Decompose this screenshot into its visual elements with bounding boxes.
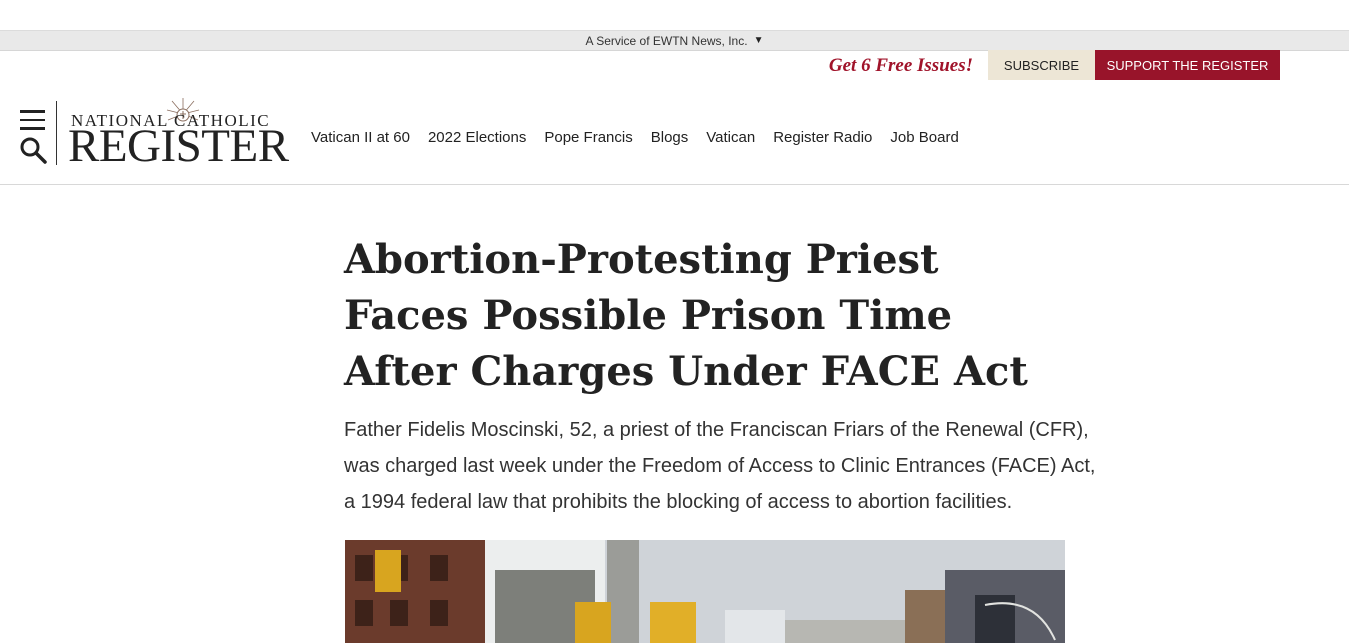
- nav-item-job-board[interactable]: Job Board: [890, 129, 958, 146]
- support-the-register-button[interactable]: SUPPORT THE REGISTER: [1095, 50, 1280, 80]
- promo-row: Get 6 Free Issues! SUBSCRIBE SUPPORT THE…: [0, 50, 1349, 80]
- main-nav: Vatican II at 60 2022 Elections Pope Fra…: [311, 129, 977, 146]
- caret-down-icon[interactable]: ▼: [754, 35, 764, 46]
- subscribe-button[interactable]: SUBSCRIBE: [988, 50, 1095, 80]
- nav-item-blogs[interactable]: Blogs: [651, 129, 689, 146]
- nav-item-2022-elections[interactable]: 2022 Elections: [428, 129, 526, 146]
- nav-item-vatican[interactable]: Vatican: [706, 129, 755, 146]
- site-logo[interactable]: NATIONAL CATHOLIC REGISTER: [56, 98, 301, 171]
- article-headline: Abortion-Protesting Priest Faces Possibl…: [344, 236, 1028, 395]
- article-photo: [345, 540, 1065, 643]
- free-issues-link[interactable]: Get 6 Free Issues!: [829, 55, 973, 77]
- masthead: NATIONAL CATHOLIC REGISTER Vatican II at…: [0, 92, 1349, 184]
- street-scene-image: [345, 540, 1065, 643]
- nav-item-vatican-ii-at-60[interactable]: Vatican II at 60: [311, 129, 410, 146]
- service-bar[interactable]: A Service of EWTN News, Inc. ▼: [0, 30, 1349, 51]
- service-bar-label: A Service of EWTN News, Inc.: [585, 33, 748, 48]
- search-icon[interactable]: [19, 136, 47, 164]
- top-spacer: [0, 0, 1349, 30]
- article-dek: Father Fidelis Moscinski, 52, a priest o…: [344, 419, 1096, 513]
- hamburger-icon[interactable]: [20, 110, 45, 130]
- nav-item-register-radio[interactable]: Register Radio: [773, 129, 872, 146]
- masthead-divider: [0, 184, 1349, 185]
- logo-line-register: REGISTER: [68, 120, 289, 172]
- nav-item-pope-francis[interactable]: Pope Francis: [544, 129, 632, 146]
